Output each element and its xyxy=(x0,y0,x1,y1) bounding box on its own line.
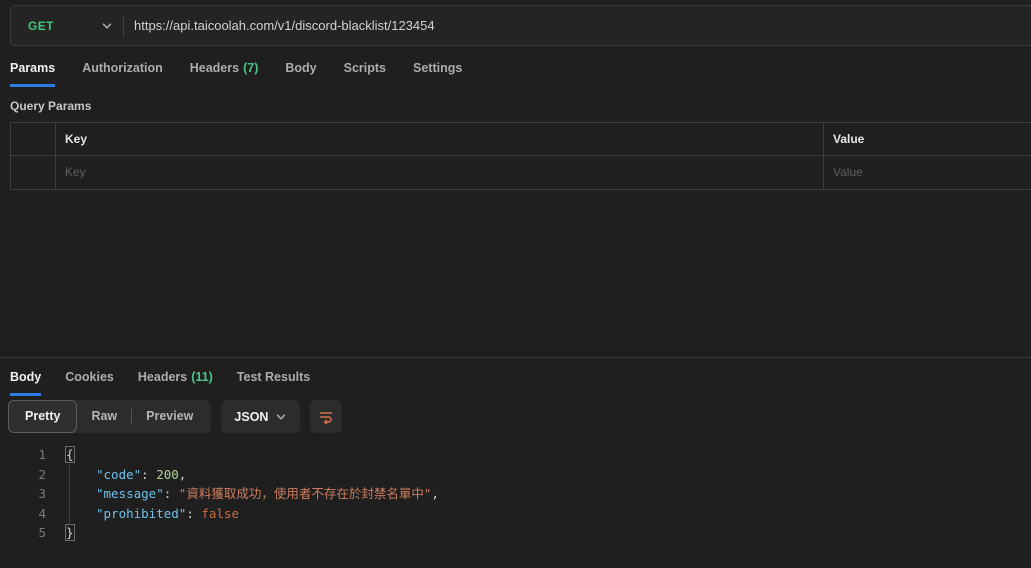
tab-body[interactable]: Body xyxy=(285,57,316,87)
response-body-viewer[interactable]: 1{2"code": 200,3"message": "資料獲取成功，使用者不存… xyxy=(0,445,1031,568)
line-number: 3 xyxy=(0,484,46,504)
code-token: "code" xyxy=(96,467,141,482)
code-token: "message" xyxy=(96,486,164,501)
tab-params[interactable]: Params xyxy=(10,57,55,87)
response-tab-headers-label: Headers xyxy=(138,370,187,384)
response-toolbar: Pretty Raw Preview JSON xyxy=(8,400,342,433)
code-line-content: "prohibited": false xyxy=(66,504,239,524)
param-key-input[interactable]: Key xyxy=(56,156,824,189)
response-section-divider xyxy=(0,357,1031,358)
request-tabs: Params Authorization Headers (7) Body Scr… xyxy=(10,57,462,87)
code-line: 5} xyxy=(0,523,1031,543)
code-token: , xyxy=(179,467,187,482)
response-tabs: Body Cookies Headers (11) Test Results xyxy=(10,366,310,396)
key-column-header: Key xyxy=(56,123,824,156)
tab-headers[interactable]: Headers (7) xyxy=(190,57,259,87)
tab-params-label: Params xyxy=(10,61,55,75)
line-number: 5 xyxy=(0,523,46,543)
response-code: 1{2"code": 200,3"message": "資料獲取成功，使用者不存… xyxy=(0,445,1031,543)
param-value-input[interactable]: Value xyxy=(824,156,1031,189)
code-line-content: "message": "資料獲取成功，使用者不存在於封禁名單中", xyxy=(66,484,439,504)
code-token: "資料獲取成功，使用者不存在於封禁名單中" xyxy=(179,486,432,501)
code-line-content: { xyxy=(66,445,74,465)
code-token: , xyxy=(431,486,439,501)
method-label: GET xyxy=(28,19,54,33)
tab-scripts[interactable]: Scripts xyxy=(344,57,386,87)
code-line-content: } xyxy=(66,523,74,543)
request-url-bar: GET https://api.taicoolah.com/v1/discord… xyxy=(10,5,1031,46)
response-tab-test-results-label: Test Results xyxy=(237,370,310,384)
response-tab-body-label: Body xyxy=(10,370,41,384)
code-line: 4 "prohibited": false xyxy=(0,504,1031,524)
code-token: 200 xyxy=(156,467,179,482)
response-headers-count-badge: (11) xyxy=(191,370,213,384)
response-tab-cookies[interactable]: Cookies xyxy=(65,366,114,396)
tab-body-label: Body xyxy=(285,61,316,75)
url-input[interactable]: https://api.taicoolah.com/v1/discord-bla… xyxy=(124,18,1031,33)
value-column-header: Value xyxy=(824,123,1031,156)
response-tab-test-results[interactable]: Test Results xyxy=(237,366,310,396)
tab-authorization-label: Authorization xyxy=(82,61,163,75)
param-select-header-cell xyxy=(11,123,56,156)
response-tab-body[interactable]: Body xyxy=(10,366,41,396)
line-number: 4 xyxy=(0,504,46,524)
code-line: 2 "code": 200, xyxy=(0,465,1031,485)
headers-count-badge: (7) xyxy=(243,61,258,75)
tab-authorization[interactable]: Authorization xyxy=(82,57,163,87)
wrap-text-button[interactable] xyxy=(310,400,342,433)
code-token: } xyxy=(66,525,74,540)
chevron-down-icon xyxy=(101,20,113,32)
response-view-group: Pretty Raw Preview xyxy=(8,400,211,433)
code-line: 3 "message": "資料獲取成功，使用者不存在於封禁名單中", xyxy=(0,484,1031,504)
format-select-label: JSON xyxy=(234,410,268,424)
pretty-view-button[interactable]: Pretty xyxy=(8,400,77,433)
query-params-table: Key Value Key Value xyxy=(10,122,1031,190)
code-token: : xyxy=(186,506,201,521)
response-tab-headers[interactable]: Headers (11) xyxy=(138,366,213,396)
chevron-down-icon xyxy=(275,411,287,423)
response-tab-cookies-label: Cookies xyxy=(65,370,114,384)
tab-headers-label: Headers xyxy=(190,61,239,75)
line-number: 1 xyxy=(0,445,46,465)
tab-scripts-label: Scripts xyxy=(344,61,386,75)
code-token: { xyxy=(66,447,74,462)
code-line: 1{ xyxy=(0,445,1031,465)
preview-view-button[interactable]: Preview xyxy=(132,401,207,432)
line-number: 2 xyxy=(0,465,46,485)
tab-settings[interactable]: Settings xyxy=(413,57,462,87)
format-select[interactable]: JSON xyxy=(221,400,300,433)
code-line-content: "code": 200, xyxy=(66,465,186,485)
code-token: "prohibited" xyxy=(96,506,186,521)
wrap-text-icon xyxy=(318,409,334,425)
code-token: : xyxy=(141,467,156,482)
raw-view-button[interactable]: Raw xyxy=(77,401,131,432)
method-select[interactable]: GET xyxy=(11,6,123,45)
tab-settings-label: Settings xyxy=(413,61,462,75)
code-token: : xyxy=(164,486,179,501)
query-params-label: Query Params xyxy=(10,99,91,113)
indent-guide xyxy=(69,464,70,523)
param-row-select-cell[interactable] xyxy=(11,156,56,189)
code-token: false xyxy=(201,506,239,521)
